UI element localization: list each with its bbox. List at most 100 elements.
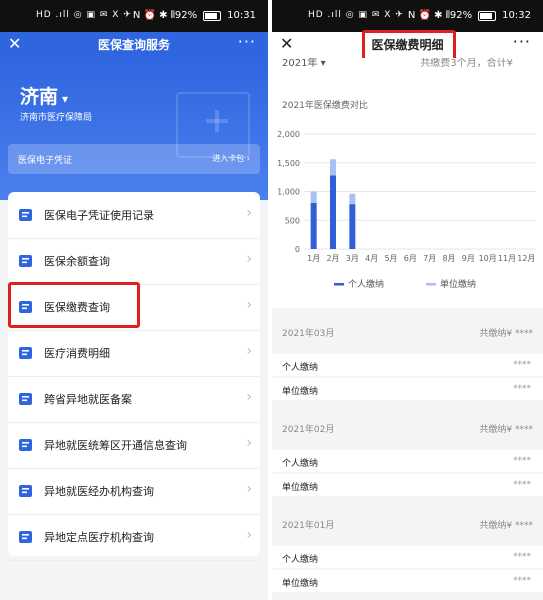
bar-personal [310,203,317,249]
x-tick-label: 9月 [462,254,475,263]
chevron-right-icon: › [246,527,252,543]
year-total: 共缴费3个月，合计¥ [420,58,513,69]
page-title: 医保缴费明细 [371,38,444,52]
menu-item[interactable]: 医疗消费明细 › [8,330,260,377]
x-tick-label: 3月 [346,254,359,263]
y-tick-label: 1,000 [277,188,300,197]
status-icons-right: N ⏰ ✱ ⫴92% 10:31 [133,10,256,21]
menu-item[interactable]: 医保缴费查询 › [8,284,260,331]
bar-employer [349,193,356,205]
hospital-icon [18,529,34,545]
agency-icon [18,483,34,499]
record-icon [18,207,34,223]
chevron-down-icon: ▾ [62,92,69,106]
payment-amount: **** [513,480,531,490]
x-tick-label: 5月 [384,254,397,263]
status-icons-right: N ⏰ ✱ ⫴92% 10:32 [408,10,531,21]
battery-icon [203,10,222,21]
city-selector[interactable]: 济南 ▾ [20,82,68,109]
status-bar: HD .ıll ◎ ▣ ✉ 𝖷 ✈ N ⏰ ✱ ⫴92% 10:32 [272,0,543,32]
menu-item[interactable]: 跨省异地就医备案 › [8,376,260,423]
year-selector[interactable]: 2021年 ▾ [282,58,326,69]
payment-row: 个人缴纳 **** [272,450,543,472]
enter-wallet-link[interactable]: 进入卡包 › [212,153,250,164]
x-tick-label: 11月 [498,254,516,263]
status-time: 10:32 [502,10,531,21]
month-header: 2021年01月 共缴纳¥ **** [272,508,543,536]
chevron-right-icon: › [246,251,252,267]
chart-card: 2021年医保缴费对比 0 500 1,000 1,500 2,000 1月 2月 3月 4月 5… [272,70,543,308]
payment-type: 单位缴纳 [282,387,319,397]
left-screen: HD .ıll ◎ ▣ ✉ 𝖷 ✈ N ⏰ ✱ ⫴92% 10:31 ✕ 医保查… [0,0,268,600]
more-options-button[interactable]: ··· [513,32,531,51]
chevron-right-icon: › [246,343,252,359]
page-title: 医保查询服务 [97,38,170,52]
payment-row: 单位缴纳 **** [272,378,543,400]
menu-item-label: 医保余额查询 [44,255,110,268]
status-bar: HD .ıll ◎ ▣ ✉ 𝖷 ✈ N ⏰ ✱ ⫴92% 10:31 [0,0,268,32]
legend-swatch [426,283,436,286]
payment-row: 个人缴纳 **** [272,546,543,568]
x-tick-label: 2月 [326,254,339,263]
legend-label: 单位缴纳 [440,278,476,290]
credential-card[interactable]: 医保电子凭证 进入卡包 › [8,144,260,174]
y-tick-label: 1,500 [277,159,300,168]
month-total: 共缴纳¥ **** [479,329,533,339]
navbar: ✕ 医保查询服务 ··· [0,32,268,58]
y-tick-label: 0 [295,245,300,254]
filing-icon [18,391,34,407]
chevron-right-icon: › [246,389,252,405]
battery-icon [478,10,497,21]
month-header: 2021年02月 共缴纳¥ **** [272,412,543,440]
menu-item-label: 医保缴费查询 [44,301,110,314]
y-tick-label: 500 [285,216,300,225]
x-tick-label: 7月 [423,254,436,263]
month-label: 2021年01月 [282,521,335,531]
payment-type: 个人缴纳 [282,555,319,565]
chevron-right-icon: › [246,435,252,451]
right-screen: HD .ıll ◎ ▣ ✉ 𝖷 ✈ N ⏰ ✱ ⫴92% 10:32 ✕ 医保缴… [272,0,543,600]
more-options-button[interactable]: ··· [238,32,256,51]
month-label: 2021年03月 [282,329,335,339]
menu-item-label: 医保电子凭证使用记录 [44,209,154,222]
month-label: 2021年02月 [282,425,335,435]
x-tick-label: 1月 [307,254,320,263]
status-time: 10:31 [227,10,256,21]
payment-chart: 0 500 1,000 1,500 2,000 1月 2月 3月 4月 5月 6月 7月 8月 9月 10月… [277,130,536,290]
chevron-right-icon: › [246,481,252,497]
menu-item-label: 医疗消费明细 [44,347,110,360]
menu-item[interactable]: 医保电子凭证使用记录 › [8,192,260,239]
region-icon [18,437,34,453]
menu-item-label: 异地就医经办机构查询 [44,485,154,498]
menu-item[interactable]: 异地就医经办机构查询 › [8,468,260,515]
payment-type: 单位缴纳 [282,483,319,493]
bar-personal [330,175,336,249]
payment-amount: **** [513,576,531,586]
payment-amount: **** [513,360,531,370]
x-tick-label: 12月 [517,254,535,263]
consumption-icon [18,345,34,361]
chevron-right-icon: › [246,297,252,313]
x-tick-label: 4月 [365,254,378,263]
balance-icon [18,253,34,269]
menu-item-label: 异地就医统筹区开通信息查询 [44,439,187,452]
bureau-name: 济南市医疗保障局 [20,113,93,123]
payment-type: 单位缴纳 [282,579,319,589]
bar-employer [330,159,336,176]
status-indicators: N ⏰ ✱ ⫴92% [407,10,473,21]
menu-item-label: 跨省异地就医备案 [44,393,132,406]
menu-item[interactable]: 异地定点医疗机构查询 › [8,514,260,561]
month-header: 2021年03月 共缴纳¥ **** [272,316,543,344]
x-tick-label: 10月 [479,254,497,263]
hero-banner: 济南 ▾ 济南市医疗保障局 医保电子凭证 进入卡包 › [0,58,268,200]
payment-row: 单位缴纳 **** [272,474,543,496]
credential-label: 医保电子凭证 [18,156,73,166]
month-total: 共缴纳¥ **** [479,425,533,435]
menu-item[interactable]: 医保余额查询 › [8,238,260,285]
payment-type: 个人缴纳 [282,459,319,469]
bar-employer [310,191,317,203]
x-tick-label: 8月 [442,254,455,263]
status-indicators: N ⏰ ✱ ⫴92% [132,10,198,21]
menu-item[interactable]: 异地就医统筹区开通信息查询 › [8,422,260,469]
navbar: ✕ 医保缴费明细 ··· [272,32,543,58]
